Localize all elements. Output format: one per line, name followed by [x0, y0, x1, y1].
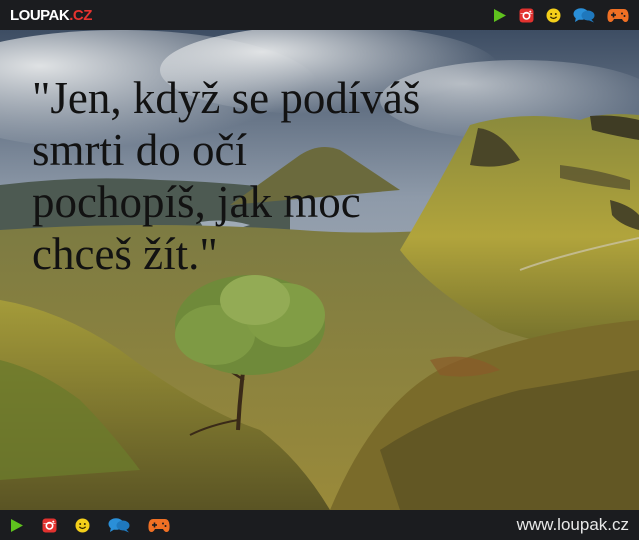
quote-line: chceš žít.": [32, 229, 218, 279]
quote-line: smrti do očí: [32, 125, 247, 175]
smiley-icon[interactable]: [75, 518, 90, 533]
site-url-link[interactable]: www.loupak.cz: [517, 515, 629, 535]
bottom-icon-group: [10, 517, 170, 533]
top-icon-group: [493, 7, 629, 23]
instagram-icon[interactable]: [42, 518, 57, 533]
chat-icon[interactable]: [108, 517, 130, 533]
play-icon[interactable]: [10, 518, 24, 533]
play-icon[interactable]: [493, 8, 507, 23]
landscape-image: "Jen, když se podíváš smrti do očí pocho…: [0, 30, 639, 510]
quote-line: "Jen, když se podíváš: [32, 73, 421, 123]
logo-main-text: LOUPAK: [10, 6, 70, 24]
instagram-icon[interactable]: [519, 8, 534, 23]
logo-tld-text: .CZ: [69, 6, 92, 24]
site-logo[interactable]: LOUPAK .CZ: [10, 7, 92, 24]
quote-text: "Jen, když se podíváš smrti do očí pocho…: [32, 72, 552, 280]
smiley-icon[interactable]: [546, 8, 561, 23]
gamepad-icon[interactable]: [148, 518, 170, 533]
gamepad-icon[interactable]: [607, 8, 629, 23]
bottom-bar: www.loupak.cz: [0, 510, 639, 540]
quote-line: pochopíš, jak moc: [32, 177, 361, 227]
top-bar: LOUPAK .CZ: [0, 0, 639, 30]
chat-icon[interactable]: [573, 7, 595, 23]
